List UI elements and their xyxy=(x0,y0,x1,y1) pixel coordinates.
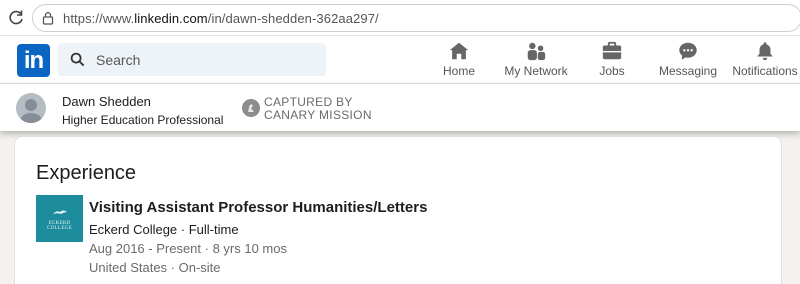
browser-url-bar: https://www.linkedin.com/in/dawn-shedden… xyxy=(0,0,800,36)
nav-label-my-network: My Network xyxy=(504,64,568,78)
url-text[interactable]: https://www.linkedin.com/in/dawn-shedden… xyxy=(63,11,379,26)
nav-label-notifications: Notifications xyxy=(732,64,798,78)
nav-item-jobs[interactable]: Jobs xyxy=(595,40,629,82)
watermark-text: CAPTURED BY CANARY MISSION xyxy=(264,96,372,122)
url-path: /in/dawn-shedden-362aa297/ xyxy=(207,11,379,26)
experience-card: Experience ECKERD COLLEGE Visiting Assis… xyxy=(14,136,782,284)
pelican-logo-icon xyxy=(53,210,67,214)
profile-sticky-bar: Dawn Shedden Higher Education Profession… xyxy=(0,84,800,131)
nav-item-notifications[interactable]: Notifications xyxy=(730,40,800,82)
nav-label-home: Home xyxy=(442,64,475,78)
search-input[interactable]: Search xyxy=(96,52,140,68)
avatar-placeholder-icon xyxy=(20,99,42,123)
jobs-icon xyxy=(602,41,622,60)
top-navigation: in Search Home My Network Jobs Messaging… xyxy=(0,36,800,84)
job-location: United States · On-site xyxy=(89,260,221,275)
canary-mission-icon xyxy=(242,99,260,117)
nav-item-home[interactable]: Home xyxy=(436,40,482,82)
section-title: Experience xyxy=(36,162,137,184)
nav-item-my-network[interactable]: My Network xyxy=(502,40,570,82)
nav-label-messaging: Messaging xyxy=(658,64,718,78)
nav-label-jobs: Jobs xyxy=(599,64,625,78)
company-logo[interactable]: ECKERD COLLEGE xyxy=(36,195,83,242)
company-name: Eckerd College · Full-time xyxy=(89,222,239,237)
home-icon xyxy=(449,42,469,60)
profile-headline: Higher Education Professional xyxy=(62,113,224,127)
notifications-icon xyxy=(757,42,773,61)
company-logo-text: ECKERD COLLEGE xyxy=(47,221,72,231)
search-bar[interactable]: Search xyxy=(58,43,326,76)
watermark-line-2: CANARY MISSION xyxy=(264,108,372,122)
lock-icon[interactable] xyxy=(41,11,55,25)
my-network-icon xyxy=(527,42,546,61)
reload-icon[interactable] xyxy=(6,8,26,28)
url-prefix: https://www. xyxy=(63,11,135,26)
employment-dates: Aug 2016 - Present · 8 yrs 10 mos xyxy=(89,241,287,256)
nav-item-messaging[interactable]: Messaging xyxy=(658,40,718,82)
messaging-icon xyxy=(679,42,697,60)
url-domain: linkedin.com xyxy=(134,11,208,26)
linkedin-logo[interactable]: in xyxy=(17,44,50,77)
address-field[interactable]: https://www.linkedin.com/in/dawn-shedden… xyxy=(32,4,800,32)
avatar[interactable] xyxy=(16,93,46,123)
search-icon xyxy=(70,52,85,67)
job-title[interactable]: Visiting Assistant Professor Humanities/… xyxy=(89,199,427,216)
profile-name[interactable]: Dawn Shedden xyxy=(62,94,151,109)
